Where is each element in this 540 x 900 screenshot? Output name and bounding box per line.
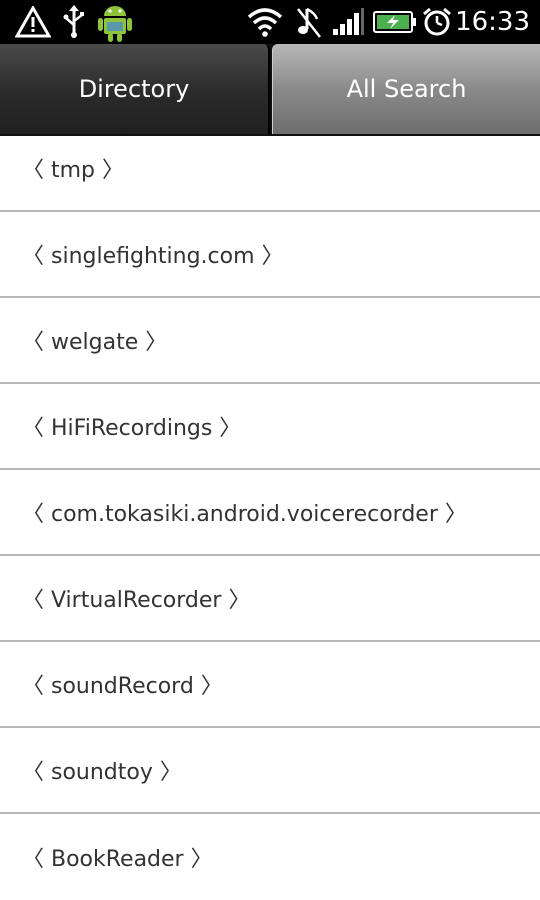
list-item[interactable]: 〈 VirtualRecorder 〉 (0, 556, 540, 642)
battery-charging-icon (372, 4, 418, 40)
list-item[interactable]: 〈 singlefighting.com 〉 (0, 212, 540, 298)
list-item[interactable]: 〈 HiFiRecordings 〉 (0, 384, 540, 470)
list-item[interactable]: 〈 soundtoy 〉 (0, 728, 540, 814)
list-item[interactable]: 〈 tmp 〉 (0, 136, 540, 212)
mute-icon (294, 4, 324, 40)
signal-icon (330, 4, 366, 40)
tab-all-search[interactable]: All Search (272, 44, 540, 134)
usb-icon (60, 4, 88, 40)
status-bar: 16:33 (0, 0, 540, 44)
wifi-icon (246, 4, 284, 40)
status-time: 16:33 (455, 7, 530, 37)
android-icon (94, 0, 136, 44)
tab-bar: Directory All Search (0, 44, 540, 136)
warning-icon (14, 4, 52, 40)
directory-list[interactable]: 〈 tmp 〉 〈 singlefighting.com 〉 〈 welgate… (0, 136, 540, 886)
list-item[interactable]: 〈 welgate 〉 (0, 298, 540, 384)
tab-directory[interactable]: Directory (0, 44, 270, 134)
alarm-icon (420, 4, 454, 40)
list-item[interactable]: 〈 com.tokasiki.android.voicerecorder 〉 (0, 470, 540, 556)
bottom-edge (0, 886, 540, 900)
list-item[interactable]: 〈 soundRecord 〉 (0, 642, 540, 728)
list-item[interactable]: 〈 BookReader 〉 (0, 814, 540, 886)
